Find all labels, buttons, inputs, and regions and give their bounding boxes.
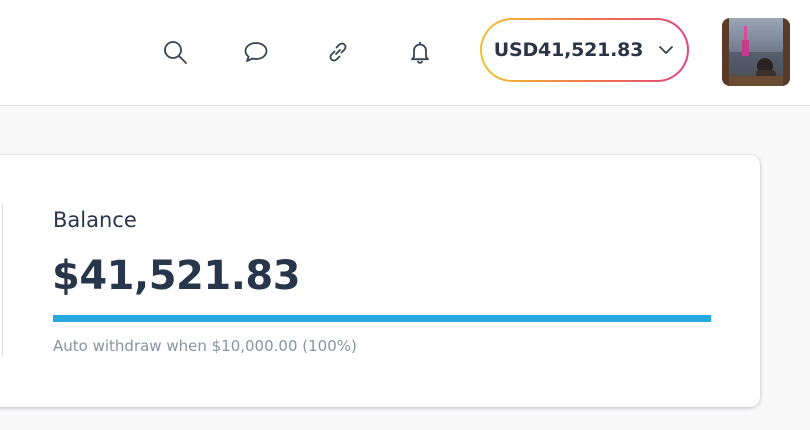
balance-amount: $41,521.83 xyxy=(52,253,301,299)
auto-withdraw-progress-bar xyxy=(53,315,711,322)
chat-bubble-icon xyxy=(244,42,268,62)
balance-dropdown-inner: USD41,521.83 xyxy=(482,20,687,80)
bell-icon xyxy=(411,41,429,64)
auto-withdraw-progress-fill xyxy=(53,315,711,322)
link-button[interactable] xyxy=(320,34,356,70)
search-icon xyxy=(164,41,187,64)
search-button[interactable] xyxy=(157,34,193,70)
user-avatar[interactable] xyxy=(722,18,790,86)
card-divider xyxy=(2,205,3,355)
avatar-photo xyxy=(722,18,790,86)
chevron-down-icon xyxy=(659,46,674,54)
messages-button[interactable] xyxy=(238,34,274,70)
notifications-button[interactable] xyxy=(402,34,438,70)
top-navigation-bar: USD41,521.83 xyxy=(0,0,810,106)
balance-label: Balance xyxy=(53,208,137,232)
balance-dropdown-label: USD41,521.83 xyxy=(493,39,644,61)
link-icon xyxy=(329,42,347,62)
auto-withdraw-note: Auto withdraw when $10,000.00 (100%) xyxy=(53,337,357,355)
balance-card: Balance $41,521.83 Auto withdraw when $1… xyxy=(0,155,760,407)
balance-dropdown[interactable]: USD41,521.83 xyxy=(480,18,689,82)
